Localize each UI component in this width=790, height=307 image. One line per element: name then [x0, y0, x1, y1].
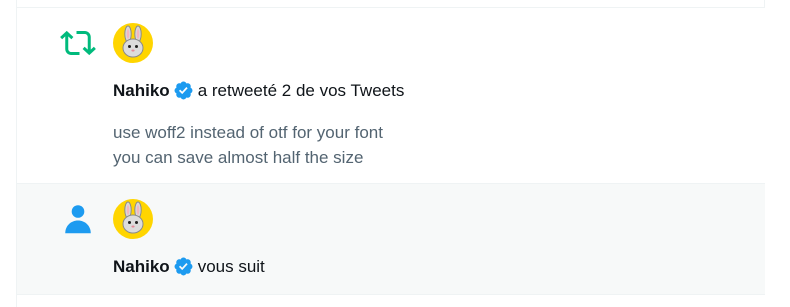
action-text: vous suit — [197, 256, 265, 276]
bunny-avatar-icon — [122, 201, 144, 234]
verified-badge-icon — [174, 257, 193, 276]
bunny-avatar-icon — [122, 25, 144, 58]
verified-badge-icon — [174, 81, 193, 100]
user-name[interactable]: Nahiko — [113, 81, 170, 101]
tweet-line: you can save almost half the size — [113, 148, 364, 167]
user-name[interactable]: Nahiko — [113, 257, 170, 277]
notification-retweet[interactable]: Nahiko a retweeté 2 de vos Tweets use wo… — [17, 7, 765, 184]
user-avatar[interactable] — [113, 199, 153, 239]
notification-next[interactable] — [17, 295, 765, 307]
tweet-preview[interactable]: use woff2 instead of otf for your font y… — [113, 120, 383, 170]
notification-headline: Nahiko vous suit — [113, 256, 265, 277]
action-text: a retweeté 2 de vos Tweets — [197, 80, 405, 100]
notifications-timeline: Nahiko a retweeté 2 de vos Tweets use wo… — [16, 0, 765, 307]
notification-follow[interactable]: Nahiko vous suit — [17, 184, 765, 295]
tweet-line: use woff2 instead of otf for your font — [113, 123, 383, 142]
notification-headline: Nahiko a retweeté 2 de vos Tweets — [113, 80, 404, 101]
user-avatar[interactable] — [113, 23, 153, 63]
retweet-icon — [60, 30, 96, 56]
person-icon — [65, 205, 91, 234]
